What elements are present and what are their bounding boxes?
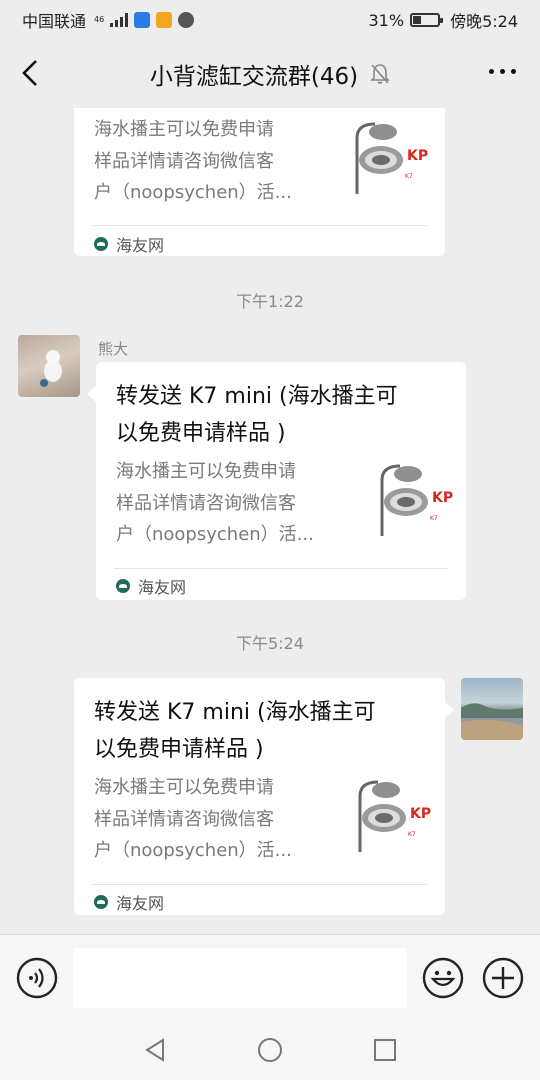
svg-text:K7: K7 (408, 831, 416, 838)
circle-home-icon[interactable] (256, 1036, 284, 1064)
input-bar (0, 934, 540, 1020)
bubble-tail (445, 702, 454, 718)
link-card-source: 海友网 (116, 574, 186, 598)
bubble-tail (87, 386, 96, 402)
avatar[interactable] (18, 335, 80, 397)
status-bar: 中国联通 46 31% 傍晚5:24 (0, 0, 540, 36)
system-nav-bar (0, 1020, 540, 1080)
timestamp: 下午5:24 (236, 634, 304, 653)
link-card-description: 海水播主可以免费申请 样品详情请咨询微信客 户（noopsychen）活... (94, 119, 292, 203)
network-type: 46 (94, 15, 105, 24)
link-card-source: 海友网 (94, 232, 164, 256)
message-input[interactable] (73, 948, 407, 1008)
link-card-description: 海水播主可以免费申请 样品详情请咨询微信客 户（noopsychen）活... (94, 777, 292, 861)
avatar-image (461, 703, 523, 740)
square-recent-icon[interactable] (371, 1036, 399, 1064)
divider (114, 568, 448, 569)
carrier-name: 中国联通 (22, 12, 87, 31)
divider (92, 884, 427, 885)
link-card-message[interactable]: 转发送 K7 mini (海水播主可 以免费申请样品 ) 海水播主可以免费申请 … (96, 362, 466, 600)
browser-app-icon (178, 12, 195, 28)
link-card-title: 转发送 K7 mini (海水播主可 以免费申请样品 ) (116, 384, 398, 446)
link-card-title: 转发送 K7 mini (海水播主可 以免费申请样品 ) (94, 700, 376, 762)
voice-icon[interactable] (16, 957, 58, 999)
svg-text:K7: K7 (430, 515, 438, 522)
message-list[interactable]: 海水播主可以免费申请 样品详情请咨询微信客 户（noopsychen）活... … (0, 108, 540, 934)
battery-icon (410, 13, 444, 27)
triangle-back-icon[interactable] (141, 1036, 169, 1064)
emoji-icon[interactable] (422, 957, 464, 999)
source-logo-icon (116, 579, 130, 593)
divider (92, 225, 427, 226)
svg-text:K7: K7 (405, 173, 413, 180)
battery-percent: 31% (368, 10, 405, 30)
link-card-description: 海水播主可以免费申请 样品详情请咨询微信客 户（noopsychen）活... (116, 461, 314, 545)
more-dots-icon[interactable] (489, 69, 516, 74)
avatar[interactable] (461, 678, 523, 740)
product-thumbnail: KP K7 (358, 780, 431, 852)
plus-icon[interactable] (482, 957, 524, 999)
product-thumbnail: KP K7 (380, 464, 453, 536)
chat-header: 小背滤缸交流群(46) (0, 36, 540, 108)
clock: 傍晚5:24 (450, 12, 518, 31)
product-thumbnail: KP K7 (355, 122, 428, 194)
sender-name: 熊大 (98, 340, 129, 358)
svg-text:KP: KP (432, 490, 453, 506)
notification-app-icon (156, 12, 173, 28)
svg-text:KP: KP (410, 806, 431, 822)
signal-icon (110, 13, 129, 27)
avatar-image (40, 350, 62, 387)
link-card-message[interactable]: 海水播主可以免费申请 样品详情请咨询微信客 户（noopsychen）活... … (74, 108, 445, 256)
chat-title: 小背滤缸交流群(46) (149, 64, 359, 90)
source-logo-icon (94, 895, 108, 909)
link-card-message[interactable]: 转发送 K7 mini (海水播主可 以免费申请样品 ) 海水播主可以免费申请 … (74, 678, 445, 915)
bell-off-icon (370, 64, 391, 84)
source-logo-icon (94, 237, 108, 251)
shield-app-icon (134, 12, 151, 28)
link-card-source: 海友网 (94, 890, 164, 914)
svg-text:KP: KP (407, 148, 428, 164)
timestamp: 下午1:22 (236, 292, 304, 311)
